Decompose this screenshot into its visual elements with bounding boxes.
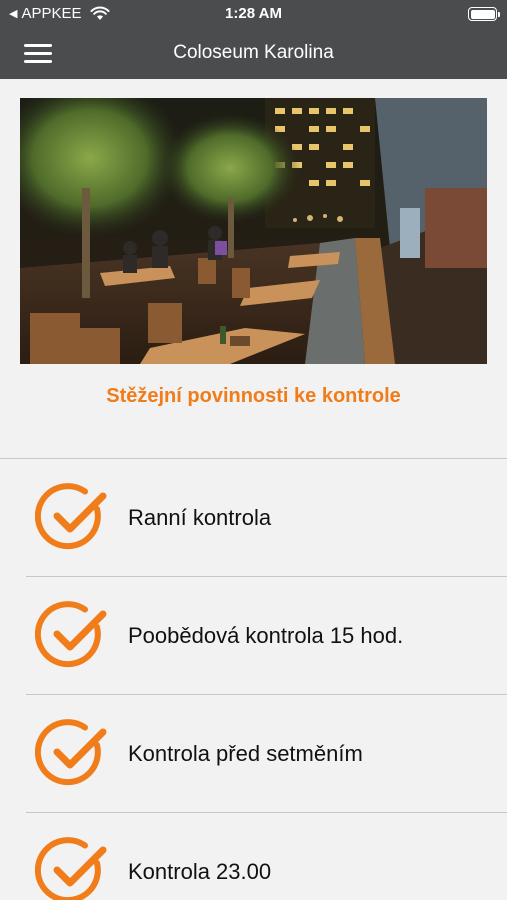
status-time: 1:28 AM	[225, 5, 282, 22]
battery-icon	[468, 7, 500, 21]
list-item-label: Ranní kontrola	[128, 505, 272, 530]
restaurant-interior-image	[20, 98, 487, 364]
list-item-label: Kontrola 23.00	[128, 859, 272, 884]
status-bar: ◀ APPKEE 1:28 AM	[0, 0, 507, 30]
check-circle-icon	[35, 719, 107, 786]
check-circle-icon	[35, 601, 107, 668]
list-item[interactable]: Kontrola 23.00	[0, 813, 507, 900]
list-item[interactable]: Kontrola před setměním	[0, 695, 507, 813]
checklist: Ranní kontrola Poobědová kontrola 15 hod…	[0, 458, 507, 900]
list-item-label: Kontrola před setměním	[128, 741, 363, 766]
list-item-label: Poobědová kontrola 15 hod.	[128, 623, 404, 648]
check-circle-icon	[35, 483, 107, 550]
list-item[interactable]: Ranní kontrola	[0, 459, 507, 577]
section-heading: Stěžejní povinnosti ke kontrole	[106, 385, 401, 407]
list-item[interactable]: Poobědová kontrola 15 hod.	[0, 577, 507, 695]
page-title: Coloseum Karolina	[173, 42, 334, 63]
check-circle-icon	[35, 837, 107, 900]
restaurant-photo	[20, 98, 487, 364]
nav-bar: Coloseum Karolina	[0, 30, 507, 79]
